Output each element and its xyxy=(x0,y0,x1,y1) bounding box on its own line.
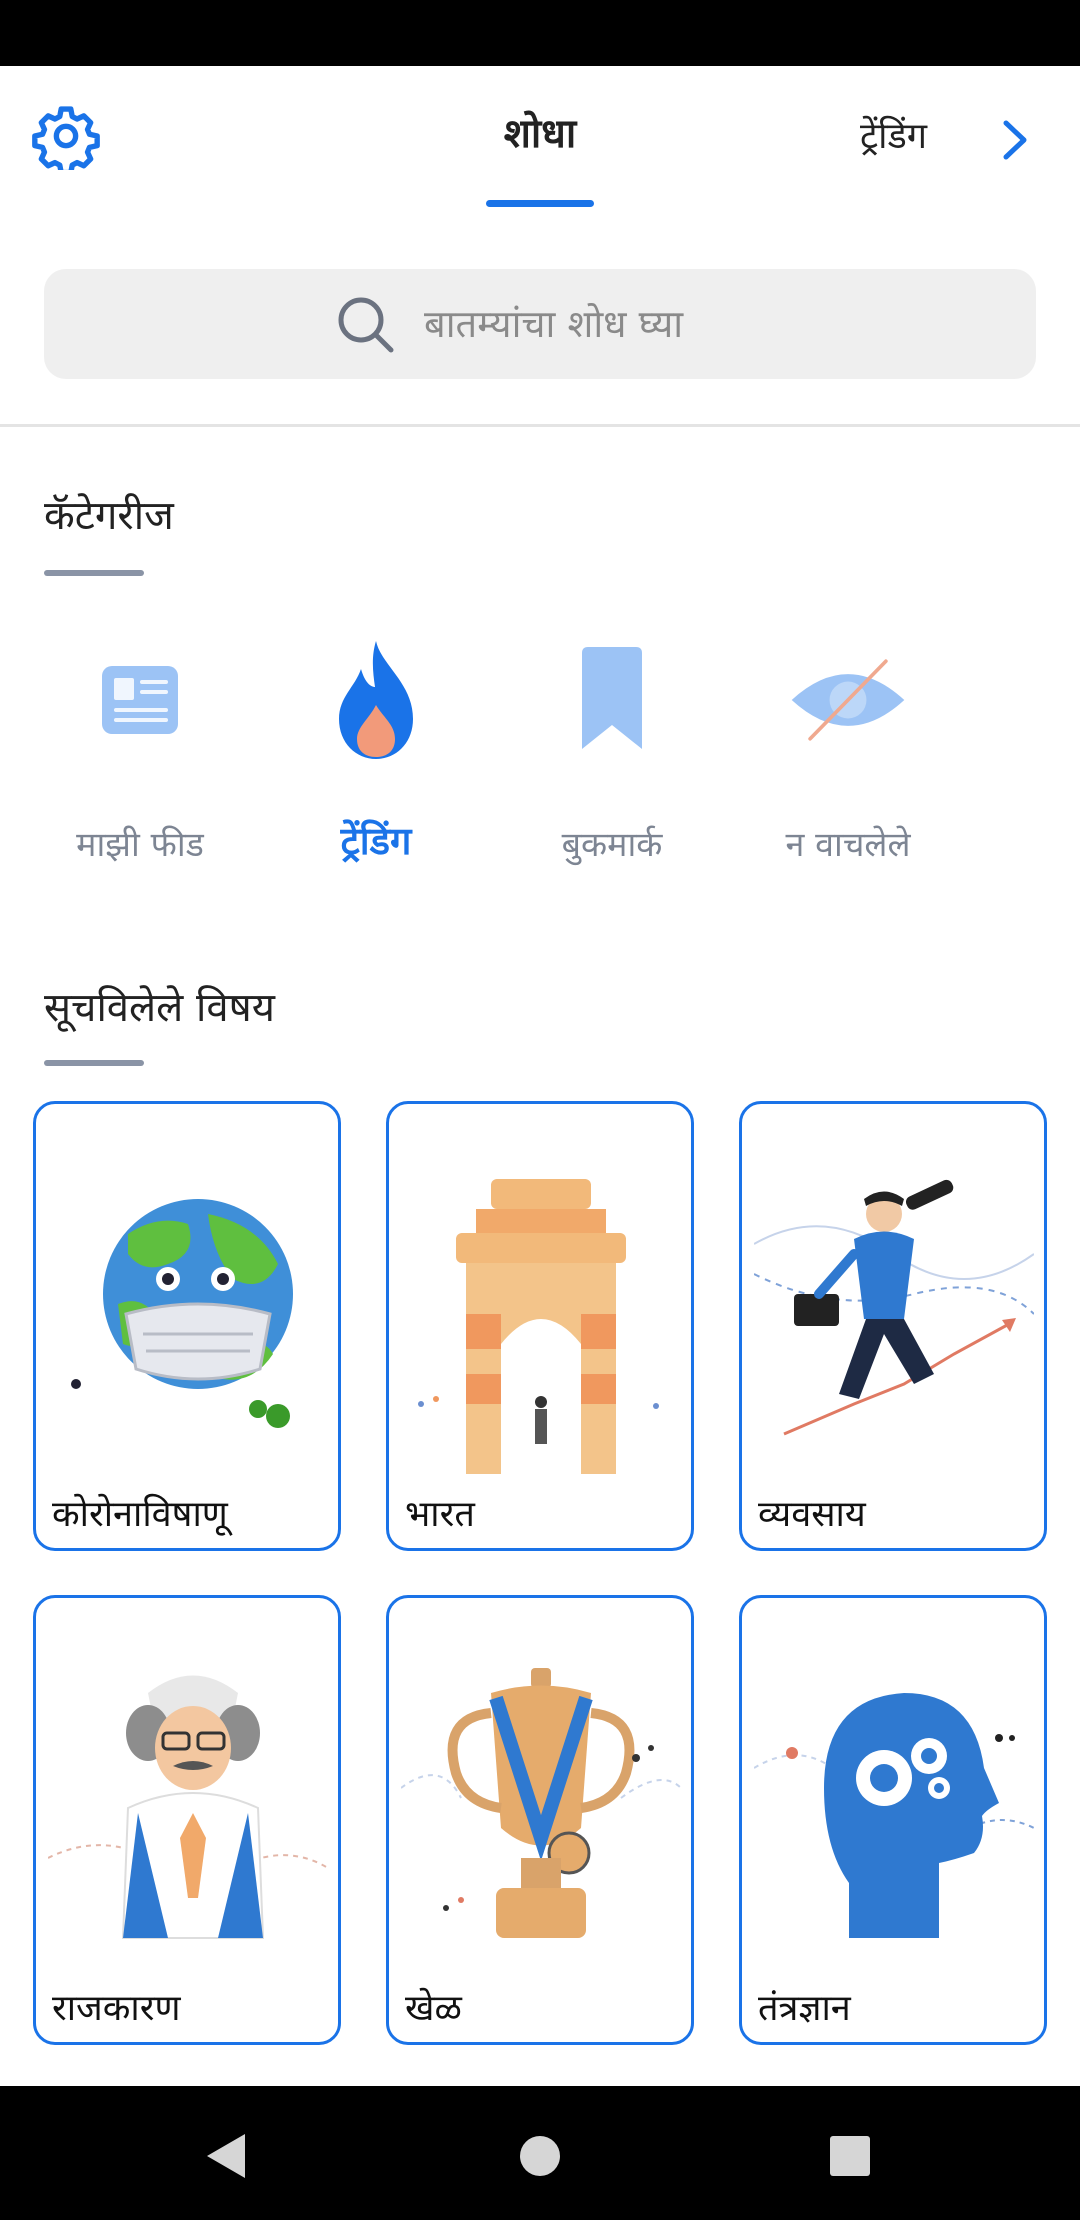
topic-card-business[interactable]: व्यवसाय xyxy=(739,1101,1047,1551)
topic-label: भारत xyxy=(405,1494,475,1535)
next-tab-button[interactable] xyxy=(990,110,1040,170)
back-triangle-icon xyxy=(207,2134,245,2178)
top-bar: शोधा ट्रेंडिंग xyxy=(0,66,1080,216)
topic-label: कोरोनाविषाणू xyxy=(52,1494,228,1535)
category-unread[interactable]: न वाचलेले xyxy=(748,630,948,880)
chevron-right-icon xyxy=(1003,120,1027,160)
status-bar xyxy=(0,0,1080,66)
system-navigation-bar xyxy=(0,2086,1080,2220)
tab-discover[interactable]: शोधा xyxy=(440,104,640,159)
trophy-icon xyxy=(401,1668,681,1938)
topic-card-technology[interactable]: तंत्रज्ञान xyxy=(739,1595,1047,2045)
categories-heading: कॅटेगरीज xyxy=(44,493,174,539)
topic-card-india[interactable]: भारत xyxy=(386,1101,694,1551)
topic-label: राजकारण xyxy=(52,1988,181,2029)
search-input[interactable] xyxy=(424,269,984,379)
flame-icon xyxy=(316,630,436,770)
category-label: ट्रेंडिंग xyxy=(340,819,412,863)
topic-card-sports[interactable]: खेळ xyxy=(386,1595,694,2045)
settings-button[interactable] xyxy=(28,98,104,174)
category-label: माझी फीड xyxy=(76,825,204,865)
topic-card-coronavirus[interactable]: कोरोनाविषाणू xyxy=(33,1101,341,1551)
active-tab-indicator xyxy=(486,200,594,207)
india-gate-icon xyxy=(418,1179,659,1474)
categories-heading-underline xyxy=(44,570,144,576)
newspaper-icon xyxy=(80,630,200,770)
tab-trending[interactable]: ट्रेंडिंग xyxy=(860,110,927,159)
recents-button[interactable] xyxy=(810,2116,890,2196)
category-trending[interactable]: ट्रेंडिंग xyxy=(276,630,476,880)
back-button[interactable] xyxy=(186,2116,266,2196)
search-icon xyxy=(338,297,394,353)
search-bar[interactable] xyxy=(44,269,1036,379)
politician-icon xyxy=(48,1675,328,1939)
head-gears-icon xyxy=(754,1693,1034,1938)
home-circle-icon xyxy=(520,2136,560,2176)
bookmark-icon xyxy=(552,630,672,770)
category-label: बुकमार्क xyxy=(561,825,663,865)
topic-card-politics[interactable]: राजकारण xyxy=(33,1595,341,2045)
masked-globe-icon xyxy=(71,1199,293,1428)
gear-icon xyxy=(32,106,100,170)
category-label: न वाचलेले xyxy=(785,825,911,865)
section-divider xyxy=(0,424,1080,427)
businessman-telescope-icon xyxy=(754,1179,1034,1436)
category-bookmark[interactable]: बुकमार्क xyxy=(512,630,712,880)
suggested-topics-heading: सूचविलेले विषय xyxy=(44,985,275,1031)
suggested-topics-heading-underline xyxy=(44,1060,144,1066)
recents-square-icon xyxy=(830,2136,870,2176)
topic-label: खेळ xyxy=(405,1988,462,2029)
home-button[interactable] xyxy=(500,2116,580,2196)
category-my-feed[interactable]: माझी फीड xyxy=(40,630,240,880)
topic-label: व्यवसाय xyxy=(758,1494,866,1535)
eye-off-icon xyxy=(788,630,908,770)
topic-label: तंत्रज्ञान xyxy=(758,1988,851,2029)
